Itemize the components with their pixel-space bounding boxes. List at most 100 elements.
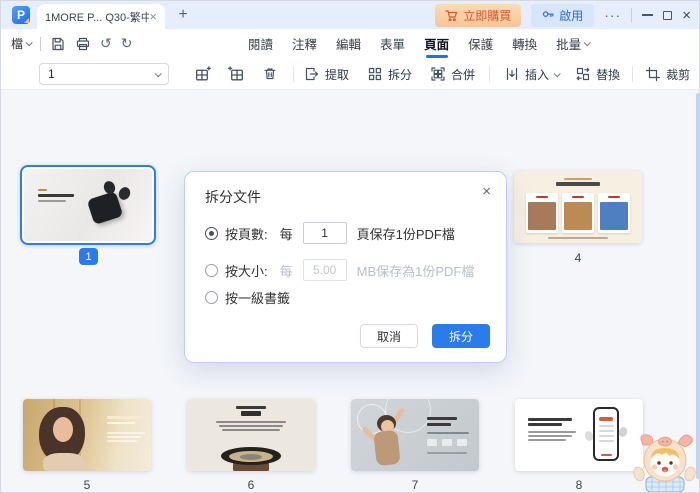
window-maximize-icon[interactable] <box>663 10 673 20</box>
tab-close-icon[interactable]: × <box>149 10 157 23</box>
dialog-close-icon[interactable]: × <box>482 183 491 200</box>
pages-count-input[interactable] <box>302 222 347 244</box>
chevron-down-icon <box>553 69 561 77</box>
page-4-preview <box>514 171 642 243</box>
replace-label: 替換 <box>596 67 621 82</box>
page-4-number: 4 <box>574 251 582 265</box>
page-5-number: 5 <box>83 478 91 492</box>
pdf-editor-window: P 1MORE P... Q30-繁中 × + 立即購買 啟用 ··· × 檔 <box>0 0 700 493</box>
split-label: 拆分 <box>388 67 413 82</box>
page-thumbnail-6[interactable] <box>187 399 315 471</box>
tab-batch[interactable]: 批量 <box>555 34 591 53</box>
insert-page-after-button[interactable] <box>223 61 249 87</box>
tab-convert[interactable]: 轉換 <box>511 34 538 53</box>
window-close-icon[interactable]: × <box>682 8 691 23</box>
titlebar-divider <box>631 8 633 22</box>
delete-page-button[interactable] <box>257 61 283 87</box>
titlebar: P 1MORE P... Q30-繁中 × + 立即購買 啟用 ··· × <box>1 1 699 29</box>
extract-icon <box>305 67 319 81</box>
toolbar-divider <box>489 66 491 82</box>
split-document-dialog: 拆分文件 × 按頁數: 每 頁保存1份PDF檔 按大小: 每 MB保存為1份PD… <box>184 171 507 363</box>
page-thumbnail-5[interactable] <box>23 399 151 471</box>
toolbar-divider <box>293 66 294 82</box>
size-mb-input[interactable] <box>302 259 347 281</box>
merge-icon <box>431 67 445 81</box>
tab-protect[interactable]: 保護 <box>467 34 494 53</box>
replace-button[interactable]: 替換 <box>575 66 620 83</box>
page-1-number-badge: 1 <box>79 248 98 265</box>
page-thumbnail-4[interactable] <box>514 171 642 243</box>
by-size-every: 每 <box>279 263 293 279</box>
chevron-down-icon <box>583 39 591 47</box>
ribbon-tabs: 閱讀 注釋 編輯 表單 頁面 保護 轉換 批量 <box>247 29 591 58</box>
by-size-label: 按大小: <box>225 263 268 279</box>
insert-page-before-button[interactable] <box>189 61 215 87</box>
insert-button[interactable]: 插入 <box>504 66 561 83</box>
split-confirm-button[interactable]: 拆分 <box>432 324 490 348</box>
split-icon <box>368 67 382 81</box>
page-7-preview <box>351 399 479 471</box>
new-tab-button[interactable]: + <box>173 4 193 26</box>
vertical-scrollbar[interactable] <box>696 93 699 479</box>
tab-form[interactable]: 表單 <box>379 34 406 53</box>
menubar-divider <box>40 36 42 51</box>
buy-now-button[interactable]: 立即購買 <box>435 3 522 27</box>
print-icon[interactable] <box>75 36 91 52</box>
tab-page[interactable]: 頁面 <box>423 34 450 53</box>
crop-label: 裁剪 <box>666 67 691 82</box>
cart-icon <box>445 9 458 21</box>
page-6-preview <box>187 399 315 471</box>
radio-by-size[interactable] <box>205 263 218 277</box>
tab-comment[interactable]: 注釋 <box>291 34 318 53</box>
window-minimize-icon[interactable] <box>642 14 654 16</box>
undo-icon[interactable]: ↺ <box>100 35 112 52</box>
document-tab-title: 1MORE P... Q30-繁中 <box>45 11 150 24</box>
buy-now-label: 立即購買 <box>463 8 512 23</box>
page-thumbnail-1[interactable] <box>20 165 156 245</box>
crop-icon <box>645 66 661 82</box>
by-pages-every: 每 <box>279 226 293 242</box>
split-button[interactable]: 拆分 <box>367 66 412 83</box>
more-menu-icon[interactable]: ··· <box>604 7 621 23</box>
activate-label: 啟用 <box>559 8 584 23</box>
extract-label: 提取 <box>325 67 350 82</box>
page-number-input[interactable] <box>48 67 138 81</box>
redo-icon[interactable]: ↻ <box>121 35 133 52</box>
split-by-size-row: 按大小: 每 MB保存為1份PDF檔 <box>205 258 474 282</box>
page-7-number: 7 <box>411 478 419 492</box>
app-logo-icon: P <box>12 6 30 24</box>
by-size-suffix: MB保存為1份PDF檔 <box>356 263 475 279</box>
document-tab[interactable]: 1MORE P... Q30-繁中 × <box>37 4 165 29</box>
merge-button[interactable]: 合併 <box>430 66 475 83</box>
page-thumbnail-7[interactable] <box>351 399 479 471</box>
tab-batch-label: 批量 <box>556 38 582 52</box>
radio-by-bookmark[interactable] <box>205 290 218 304</box>
by-bookmark-label: 按一級書籤 <box>225 290 291 306</box>
mascot <box>633 434 696 492</box>
radio-by-pages[interactable] <box>205 226 218 240</box>
cancel-button[interactable]: 取消 <box>360 324 418 348</box>
page-toolbar: 提取 拆分 合併 插入 替換 裁剪 <box>1 58 699 90</box>
key-icon <box>543 11 554 18</box>
tab-read[interactable]: 閱讀 <box>247 34 274 53</box>
page-thumbnails-canvas: 1 4 5 6 7 8 拆分文件 × 按頁數: 每 1 頁保存1份PDF檔 按大… <box>1 90 699 492</box>
dialog-title: 拆分文件 <box>205 189 261 205</box>
extract-button[interactable]: 提取 <box>304 66 349 83</box>
activate-button[interactable]: 啟用 <box>531 3 595 27</box>
by-pages-label: 按頁數: <box>225 226 268 242</box>
page-1-preview <box>24 169 152 241</box>
crop-button[interactable]: 裁剪 <box>645 66 690 83</box>
page-6-number: 6 <box>247 478 255 492</box>
page-select-combobox[interactable] <box>39 63 169 85</box>
split-by-pages-row: 按頁數: 每 頁保存1份PDF檔 <box>205 221 455 245</box>
tab-edit[interactable]: 編輯 <box>335 34 362 53</box>
file-menu[interactable]: 檔 <box>11 35 33 52</box>
chevron-down-icon <box>154 69 162 77</box>
insert-label: 插入 <box>525 67 550 82</box>
chevron-down-icon <box>25 39 33 47</box>
split-by-bookmark-row: 按一級書籤 <box>205 285 290 309</box>
insert-icon <box>506 67 518 81</box>
merge-label: 合併 <box>451 67 476 82</box>
by-pages-suffix: 頁保存1份PDF檔 <box>356 226 455 242</box>
save-icon[interactable] <box>50 36 66 52</box>
